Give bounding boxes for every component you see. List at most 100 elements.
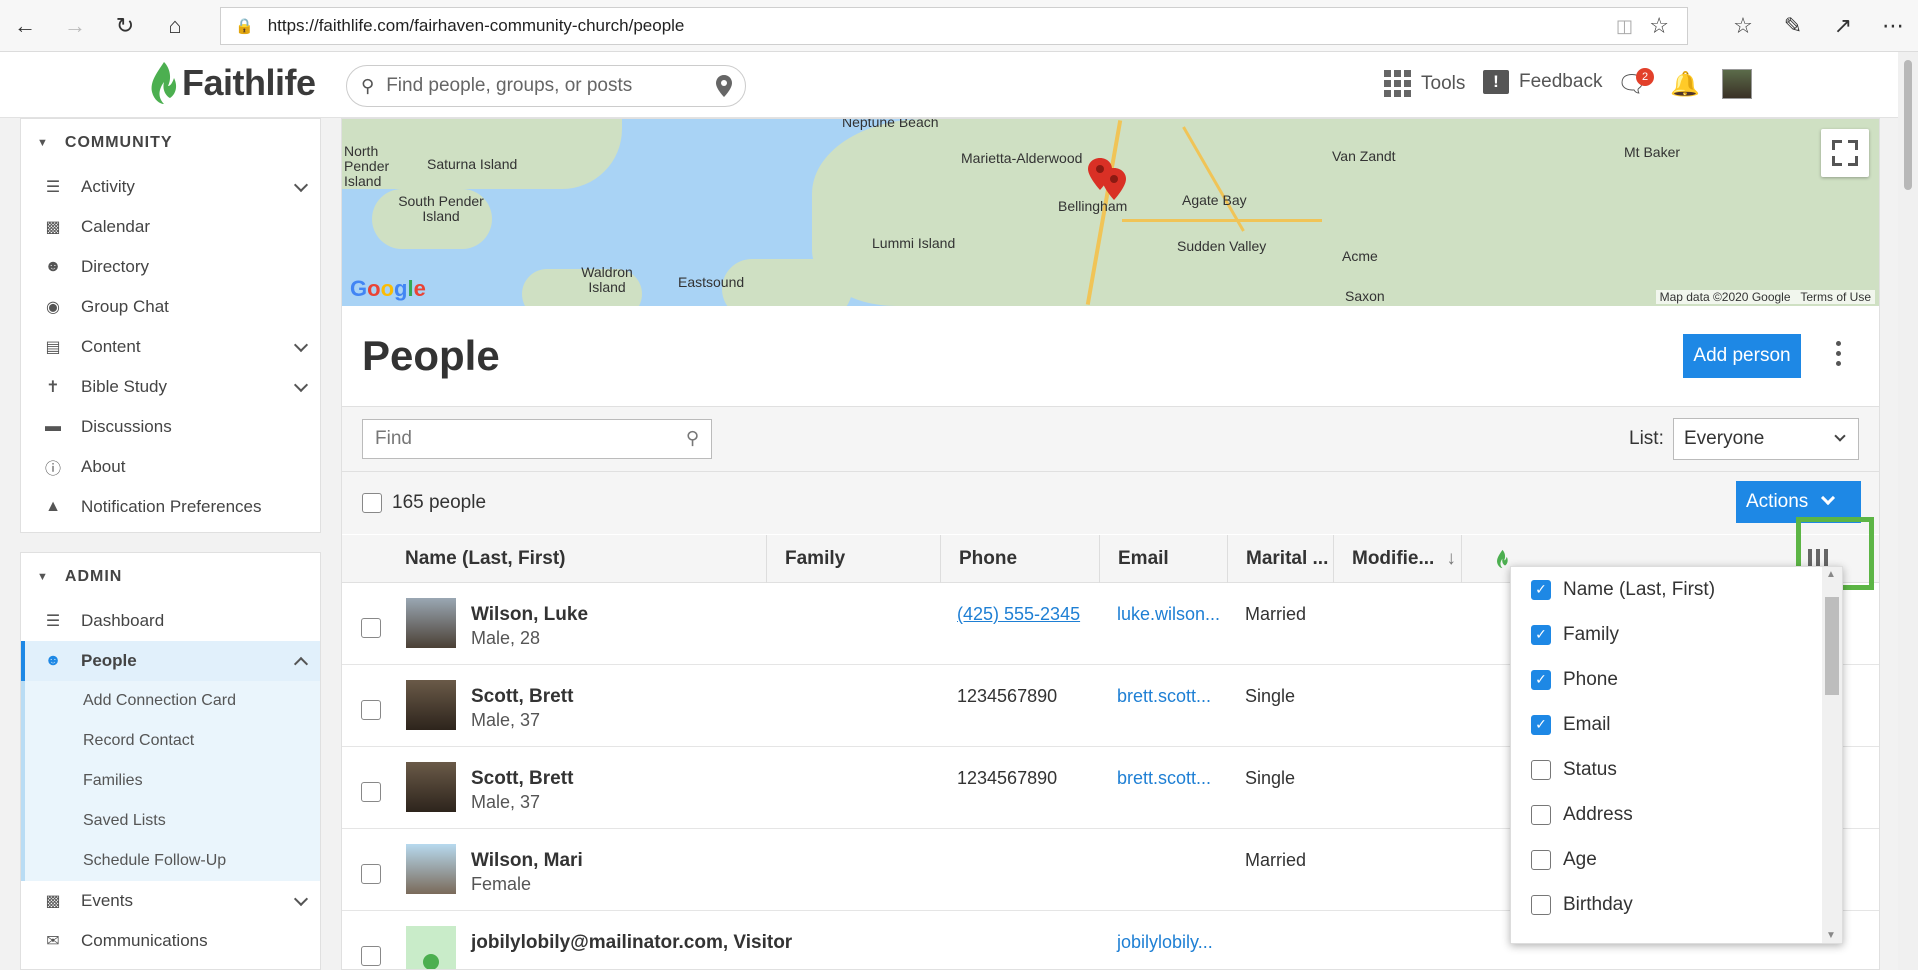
scroll-down-icon[interactable]: ▼	[1826, 930, 1836, 941]
tools-button[interactable]: Tools	[1384, 70, 1465, 97]
checkbox-icon[interactable]	[1531, 759, 1551, 780]
sidebar-item-bible-study[interactable]: ✝ Bible Study	[21, 367, 320, 407]
column-option-birthday[interactable]: Birthday	[1511, 882, 1842, 927]
faithlife-logo[interactable]: Faithlife	[148, 60, 316, 106]
chevron-up-icon[interactable]	[293, 656, 309, 672]
column-header-email[interactable]: Email	[1099, 535, 1227, 583]
more-icon[interactable]: ⋯	[1868, 0, 1918, 52]
sidebar-item-notification-preferences[interactable]: ▲ Notification Preferences	[21, 487, 320, 527]
checkbox-checked-icon[interactable]: ✓	[1531, 579, 1551, 600]
checkbox-icon[interactable]	[1531, 894, 1551, 915]
fullscreen-button[interactable]	[1821, 129, 1869, 177]
row-checkbox[interactable]	[361, 946, 381, 966]
search-icon: ⚲	[685, 428, 699, 448]
reading-view-icon[interactable]: ◫	[1616, 16, 1633, 37]
sidebar-item-people[interactable]: ☻ People	[21, 641, 320, 681]
column-header-modified[interactable]: Modifie... ↓	[1333, 535, 1461, 583]
column-option-status[interactable]: Status	[1511, 747, 1842, 792]
sidebar-item-discussions[interactable]: ▬ Discussions	[21, 407, 320, 447]
favorite-star-icon[interactable]: ☆	[1649, 13, 1669, 39]
sidebar-item-calendar[interactable]: ▩ Calendar	[21, 207, 320, 247]
bible-icon: ✝	[46, 379, 60, 396]
row-checkbox[interactable]	[361, 618, 381, 638]
chevron-down-icon[interactable]	[293, 337, 309, 353]
share-icon[interactable]: ↗	[1818, 0, 1868, 52]
checkbox-checked-icon[interactable]: ✓	[1531, 624, 1551, 645]
community-section-header[interactable]: ▼ COMMUNITY	[21, 119, 320, 167]
column-option-phone[interactable]: ✓ Phone	[1511, 657, 1842, 702]
feedback-label: Feedback	[1519, 71, 1603, 92]
refresh-icon[interactable]: ↻	[100, 0, 150, 52]
sidebar-item-activity[interactable]: ☰ Activity	[21, 167, 320, 207]
more-options-icon[interactable]	[1836, 341, 1842, 371]
address-bar[interactable]: 🔒 https://faithlife.com/fairhaven-commun…	[220, 7, 1688, 45]
chevron-down-icon[interactable]	[293, 891, 309, 907]
column-header-marital[interactable]: Marital ...	[1227, 535, 1333, 583]
select-all-checkbox[interactable]	[362, 493, 382, 513]
checkbox-checked-icon[interactable]: ✓	[1531, 714, 1551, 735]
sidebar-subitem-schedule-follow-up[interactable]: Schedule Follow-Up	[21, 841, 320, 881]
person-name[interactable]: Wilson, Luke	[471, 604, 588, 626]
map-attribution: Map data ©2020 Google Terms of Use	[1655, 290, 1875, 304]
sidebar-item-dashboard[interactable]: ☰ Dashboard	[21, 601, 320, 641]
map-marker-icon[interactable]	[1101, 167, 1127, 201]
selection-toolbar: 165 people Actions	[342, 472, 1879, 534]
forward-icon[interactable]: →	[50, 0, 100, 52]
sidebar-item-about[interactable]: ⓘ About	[21, 447, 320, 487]
map-terms-link[interactable]: Terms of Use	[1800, 290, 1871, 304]
sidebar-item-directory[interactable]: ☻ Directory	[21, 247, 320, 287]
admin-section-header[interactable]: ▼ ADMIN	[21, 553, 320, 601]
sidebar-subitem-record-contact[interactable]: Record Contact	[21, 721, 320, 761]
column-option-family[interactable]: ✓ Family	[1511, 612, 1842, 657]
column-option-name[interactable]: ✓ Name (Last, First)	[1511, 567, 1842, 612]
menu-scrollbar[interactable]: ▲ ▼	[1822, 567, 1842, 943]
email-link[interactable]: brett.scott...	[1117, 686, 1211, 707]
checkbox-icon[interactable]	[1531, 804, 1551, 825]
add-person-button[interactable]: Add person	[1683, 334, 1801, 378]
chevron-down-icon[interactable]	[293, 377, 309, 393]
person-name[interactable]: jobilylobily@mailinator.com, Visitor	[471, 932, 792, 954]
person-name[interactable]: Scott, Brett	[471, 686, 573, 708]
column-option-age[interactable]: Age	[1511, 837, 1842, 882]
sidebar-subitem-saved-lists[interactable]: Saved Lists	[21, 801, 320, 841]
sidebar-item-group-chat[interactable]: ◉ Group Chat	[21, 287, 320, 327]
find-input[interactable]: Find ⚲	[362, 419, 712, 459]
home-icon[interactable]: ⌂	[150, 0, 200, 52]
pen-icon[interactable]: ✎	[1768, 0, 1818, 52]
row-checkbox[interactable]	[361, 782, 381, 802]
list-select[interactable]: Everyone	[1673, 418, 1859, 460]
location-pin-icon[interactable]	[715, 74, 733, 98]
row-checkbox[interactable]	[361, 700, 381, 720]
global-search-input[interactable]: ⚲ Find people, groups, or posts	[346, 65, 746, 107]
sidebar-subitem-add-connection-card[interactable]: Add Connection Card	[21, 681, 320, 721]
email-link[interactable]: brett.scott...	[1117, 768, 1211, 789]
scroll-up-icon[interactable]: ▲	[1826, 569, 1836, 580]
column-option-address[interactable]: Address	[1511, 792, 1842, 837]
person-name[interactable]: Wilson, Mari	[471, 850, 583, 872]
column-header-phone[interactable]: Phone	[940, 535, 1099, 583]
phone-link[interactable]: (425) 555-2345	[957, 604, 1080, 625]
column-option-email[interactable]: ✓ Email	[1511, 702, 1842, 747]
back-icon[interactable]: ←	[0, 0, 50, 52]
page-scrollbar[interactable]	[1898, 52, 1918, 970]
checkbox-checked-icon[interactable]: ✓	[1531, 669, 1551, 690]
user-avatar[interactable]	[1722, 69, 1752, 99]
row-checkbox[interactable]	[361, 864, 381, 884]
favorites-icon[interactable]: ☆	[1718, 0, 1768, 52]
sidebar-item-events[interactable]: ▩ Events	[21, 881, 320, 921]
checkbox-icon[interactable]	[1531, 849, 1551, 870]
caret-down-icon: ▼	[37, 137, 49, 149]
column-header-family[interactable]: Family	[766, 535, 940, 583]
map[interactable]: Neptune Beach North Pender Island Saturn…	[342, 119, 1879, 306]
column-header-name[interactable]: Name (Last, First)	[405, 535, 766, 583]
chevron-down-icon[interactable]	[293, 177, 309, 193]
sidebar-subitem-families[interactable]: Families	[21, 761, 320, 801]
bell-icon[interactable]: 🔔	[1670, 70, 1700, 99]
feedback-button[interactable]: ! Feedback	[1483, 70, 1602, 94]
sidebar-item-content[interactable]: ▤ Content	[21, 327, 320, 367]
email-link[interactable]: jobilylobily...	[1117, 932, 1213, 953]
sidebar-item-communications[interactable]: ✉ Communications	[21, 921, 320, 961]
bell-icon: ▲	[45, 498, 61, 515]
email-link[interactable]: luke.wilson...	[1117, 604, 1220, 625]
person-name[interactable]: Scott, Brett	[471, 768, 573, 790]
